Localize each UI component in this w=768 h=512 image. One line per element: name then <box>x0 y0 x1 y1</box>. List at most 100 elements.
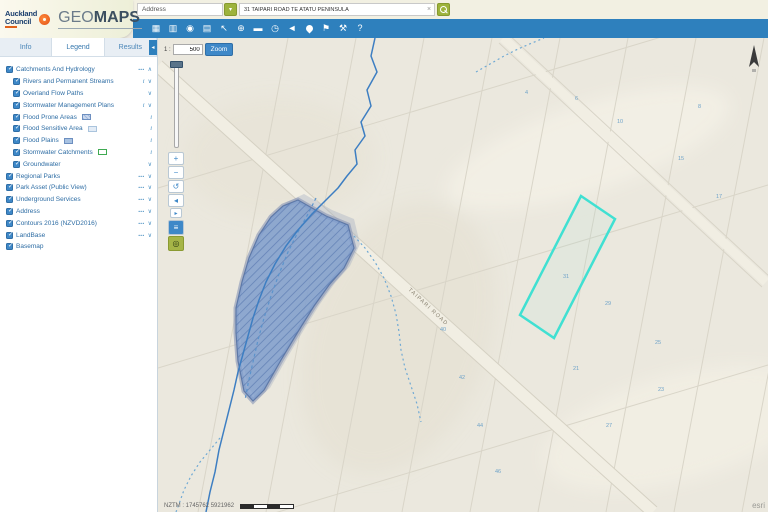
house-number: 27 <box>606 423 612 429</box>
layer-checkbox[interactable] <box>13 161 20 168</box>
chevron-down-icon[interactable]: ∨ <box>148 173 152 180</box>
layer-row-stormwater-catchments[interactable]: Stormwater Catchmentsi <box>0 147 157 159</box>
chevron-down-icon[interactable]: ∨ <box>148 184 152 191</box>
zoom-apply-button[interactable]: Zoom <box>205 43 234 56</box>
house-number: 4 <box>525 90 528 96</box>
full-extent-button[interactable]: ↺ <box>168 180 184 193</box>
layer-info-icon[interactable]: i <box>150 137 152 144</box>
layer-row-overland-flow-paths[interactable]: Overland Flow Paths∨ <box>0 88 157 100</box>
layer-menu-icon[interactable]: ••• <box>138 67 144 72</box>
zoom-in-button[interactable]: + <box>168 152 184 165</box>
layer-info-icon[interactable]: i <box>150 114 152 121</box>
layer-checkbox[interactable] <box>6 232 13 239</box>
layer-label: Basemap <box>16 243 43 250</box>
layer-menu-icon[interactable]: ••• <box>138 221 144 226</box>
layer-checkbox[interactable] <box>6 173 13 180</box>
layer-menu-icon[interactable]: ••• <box>138 233 144 238</box>
visibility-icon[interactable]: ◉ <box>183 21 197 36</box>
layer-checkbox[interactable] <box>6 66 13 73</box>
flag-icon[interactable]: ⚑ <box>319 21 333 36</box>
layer-menu-icon[interactable]: ••• <box>138 185 144 190</box>
identify-back-icon[interactable]: ◄ <box>285 21 299 36</box>
layer-row-contours-2016-nzvd2016[interactable]: Contours 2016 (NZVD2016)•••∨ <box>0 217 157 229</box>
layer-checkbox[interactable] <box>6 196 13 203</box>
chevron-down-icon[interactable]: ∨ <box>148 161 152 168</box>
layer-row-rivers-and-permanent-streams[interactable]: Rivers and Permanent Streamsi∨ <box>0 76 157 88</box>
layer-checkbox[interactable] <box>13 102 20 109</box>
layer-checkbox[interactable] <box>13 149 20 156</box>
tab-info[interactable]: Info <box>0 38 52 56</box>
layer-info-icon[interactable]: i <box>150 149 152 156</box>
chevron-down-icon[interactable]: ∨ <box>148 196 152 203</box>
layer-menu-icon[interactable]: ••• <box>138 209 144 214</box>
chevron-down-icon[interactable]: ∨ <box>148 220 152 227</box>
layer-row-basemap[interactable]: Basemap <box>0 241 157 253</box>
chevron-down-icon[interactable]: ∨ <box>148 78 152 85</box>
print-icon[interactable]: ▤ <box>200 21 214 36</box>
basemap-grid-icon[interactable]: ▦ <box>149 21 163 36</box>
locate-button[interactable]: ◎ <box>168 236 184 251</box>
layer-checkbox[interactable] <box>6 220 13 227</box>
layer-checkbox[interactable] <box>6 243 13 250</box>
tab-legend[interactable]: Legend <box>52 38 104 56</box>
pointer-select-icon[interactable]: ↖ <box>217 21 231 36</box>
layer-row-flood-prone-areas[interactable]: Flood Prone Areasi <box>0 111 157 123</box>
layer-menu-icon[interactable]: ••• <box>138 174 144 179</box>
layer-info-icon[interactable]: i <box>143 102 145 109</box>
copy-map-icon[interactable]: ▥ <box>166 21 180 36</box>
layer-menu-icon[interactable]: ••• <box>138 197 144 202</box>
chevron-down-icon[interactable]: ∨ <box>148 102 152 109</box>
help-icon[interactable]: ? <box>353 21 367 36</box>
location-pin-icon[interactable] <box>302 21 316 36</box>
map-canvas[interactable]: TAIPARI ROAD 461081517312925212327404244… <box>158 38 768 512</box>
tools-icon[interactable]: ⚒ <box>336 21 350 36</box>
layer-row-catchments-and-hydrology[interactable]: Catchments And Hydrology•••∧ <box>0 64 157 76</box>
layer-row-flood-plains[interactable]: Flood Plainsi <box>0 135 157 147</box>
search-category-dropdown-button[interactable]: ▾ <box>224 3 237 16</box>
previous-extent-button[interactable]: ◂ <box>168 194 184 207</box>
layer-row-landbase[interactable]: LandBase•••∨ <box>0 229 157 241</box>
layer-checkbox[interactable] <box>13 114 20 121</box>
zoom-out-button[interactable]: − <box>168 166 184 179</box>
history-icon[interactable]: ◷ <box>268 21 282 36</box>
layer-info-icon[interactable]: i <box>143 78 145 85</box>
layer-list: Catchments And Hydrology•••∧Rivers and P… <box>0 57 157 253</box>
layer-row-address[interactable]: Address ••• ∨ <box>0 206 157 218</box>
layer-label: Address <box>16 208 40 215</box>
search-category-select[interactable]: Address <box>137 3 223 16</box>
next-extent-button[interactable]: ▸ <box>170 208 182 218</box>
zoom-slider-track[interactable] <box>174 64 179 148</box>
layer-checkbox[interactable] <box>6 208 13 215</box>
layer-checkbox[interactable] <box>13 90 20 97</box>
auckland-council-logo: Auckland Council <box>5 10 50 28</box>
chevron-up-icon[interactable]: ∧ <box>148 66 152 73</box>
clear-search-icon[interactable]: × <box>423 3 435 16</box>
scale-input[interactable] <box>173 44 203 55</box>
layer-checkbox[interactable] <box>6 184 13 191</box>
search-button[interactable] <box>437 3 450 16</box>
sidebar-collapse-button[interactable]: ◂ <box>149 40 157 55</box>
layer-row-park-asset-public-view[interactable]: Park Asset (Public View)•••∨ <box>0 182 157 194</box>
layer-row-regional-parks[interactable]: Regional Parks•••∨ <box>0 170 157 182</box>
coordinates-readout: NZTM : 1745762 5921962 <box>164 503 234 509</box>
layer-checkbox[interactable] <box>13 78 20 85</box>
chevron-down-icon[interactable]: ∨ <box>148 208 152 215</box>
info-panel-button[interactable]: ≡ <box>168 220 184 235</box>
layer-row-underground-services[interactable]: Underground Services•••∨ <box>0 194 157 206</box>
layer-checkbox[interactable] <box>13 137 20 144</box>
chevron-down-icon[interactable]: ∨ <box>148 90 152 97</box>
layer-label: Stormwater Management Plans <box>23 102 114 109</box>
layer-row-stormwater-management-plans[interactable]: Stormwater Management Plans i∨ <box>0 99 157 111</box>
flood-plains-swatch <box>64 138 73 144</box>
layer-row-groundwater[interactable]: Groundwater∨ <box>0 158 157 170</box>
layer-checkbox[interactable] <box>13 125 20 132</box>
layer-info-icon[interactable]: i <box>150 125 152 132</box>
house-number: 46 <box>495 469 501 475</box>
geomaps-brand: GEOMAPS <box>58 9 142 29</box>
layer-row-flood-sensitive-area[interactable]: Flood Sensitive Areai <box>0 123 157 135</box>
zoom-target-icon[interactable]: ⊕ <box>234 21 248 36</box>
zoom-slider-thumb[interactable] <box>170 61 183 68</box>
search-input[interactable] <box>239 3 435 16</box>
chevron-down-icon[interactable]: ∨ <box>148 232 152 239</box>
measure-icon[interactable]: ▬ <box>251 21 265 36</box>
